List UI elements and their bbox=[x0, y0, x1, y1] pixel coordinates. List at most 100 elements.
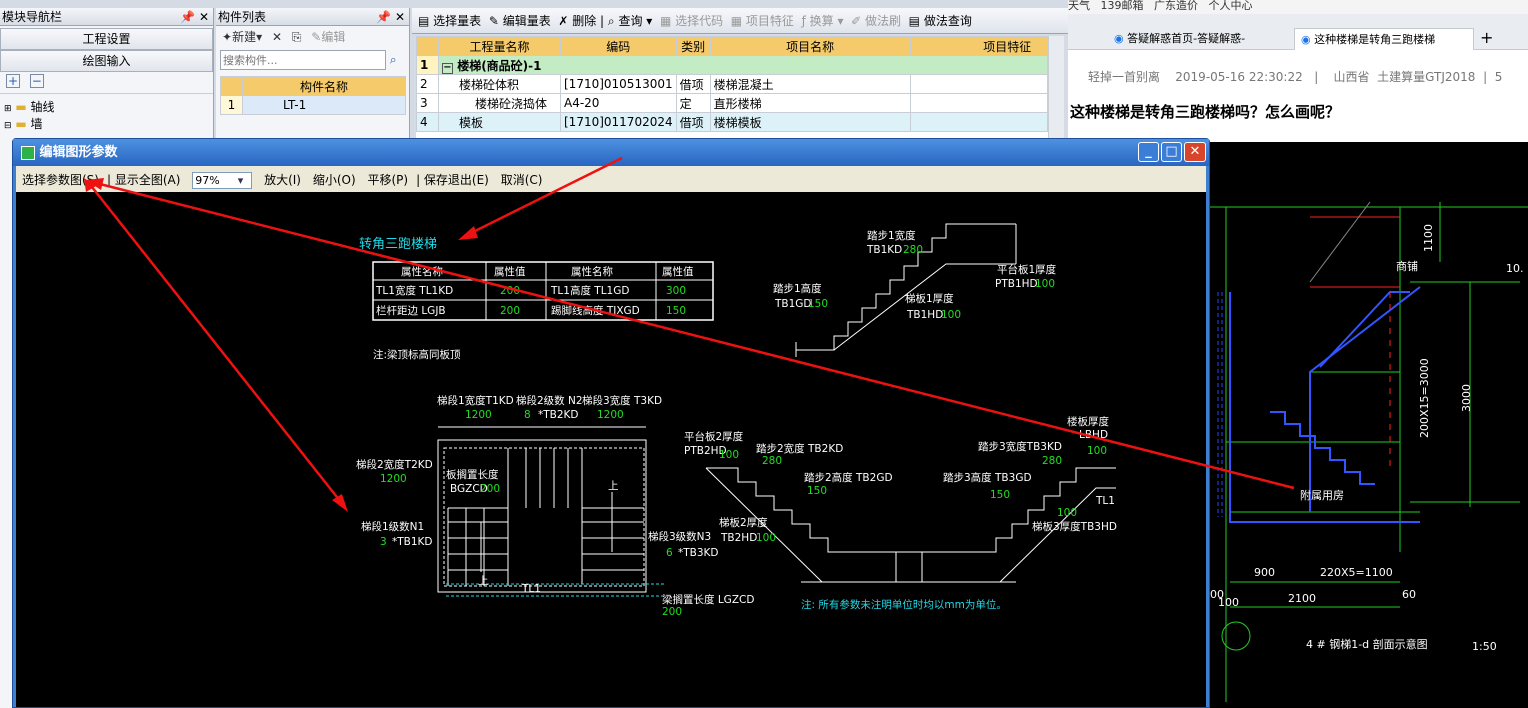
tree-item[interactable]: ⊟ ▬ 墙 bbox=[4, 115, 209, 132]
item-feature-button[interactable]: ▦ 项目特征 bbox=[731, 14, 794, 28]
param-value[interactable]: 200 bbox=[500, 305, 520, 317]
param-value[interactable]: 200 bbox=[480, 483, 500, 495]
zoom-select[interactable]: 97% ▾ bbox=[192, 172, 253, 189]
col-header: 项目特征 bbox=[909, 36, 1049, 56]
search-icon[interactable]: ⌕ bbox=[390, 53, 397, 67]
table-row[interactable]: 2 楼梯砼体积 [1710]010513001 借项 楼梯混凝土 bbox=[416, 74, 1049, 94]
maximize-button[interactable]: □ bbox=[1161, 142, 1182, 162]
param-value[interactable]: 3 bbox=[380, 536, 387, 548]
bookmark-item[interactable]: 个人中心 bbox=[1209, 0, 1253, 12]
beam-label: TL1 bbox=[521, 583, 541, 595]
room-label: 附属用房 bbox=[1300, 488, 1344, 502]
app-icon bbox=[21, 145, 35, 160]
cad-canvas: 转角三跑楼梯 属性名称 属性值 属性名称 属性值 TL1宽度 TL1KD 200… bbox=[16, 192, 1206, 707]
param-value[interactable]: 100 bbox=[1035, 278, 1055, 290]
param-label: 梯板3厚度TB3HD bbox=[1032, 520, 1117, 533]
table-row[interactable]: 1− 楼梯(商品砼)-1 bbox=[416, 55, 1048, 75]
param-value[interactable]: 100 bbox=[756, 532, 776, 544]
minimize-button[interactable]: _ bbox=[1138, 142, 1159, 162]
pin-close-icons[interactable]: 📌 ✕ bbox=[376, 8, 405, 26]
new-tab-button[interactable]: + bbox=[1480, 28, 1493, 47]
project-settings-button[interactable]: 工程设置 bbox=[0, 28, 213, 50]
param-name: 栏杆距边 LGJB bbox=[376, 304, 446, 317]
param-value[interactable]: 100 bbox=[941, 309, 961, 321]
param-value[interactable]: 8 bbox=[524, 409, 531, 421]
zoom-out-button[interactable]: 缩小(O) bbox=[313, 173, 356, 187]
param-value[interactable]: 100 bbox=[1057, 507, 1077, 519]
param-code: LBHD bbox=[1079, 429, 1108, 441]
param-value[interactable]: 150 bbox=[807, 485, 827, 497]
expand-icon[interactable]: + bbox=[6, 74, 20, 88]
pin-close-icons[interactable]: 📌 ✕ bbox=[180, 8, 209, 26]
tab-question[interactable]: ◉ 这种楼梯是转角三跑楼梯 bbox=[1294, 28, 1474, 50]
delete-icon[interactable]: ✕ bbox=[272, 30, 282, 44]
param-label: 楼板厚度 bbox=[1067, 415, 1109, 428]
comp-table: 构件名称 1 LT-1 bbox=[220, 76, 406, 115]
post-meta: 轻掉一首别离 2019-05-16 22:30:22 | 山西省 土建算量GTJ… bbox=[1088, 70, 1503, 84]
param-code: *TB1KD bbox=[392, 536, 433, 548]
select-param-image-button[interactable]: 选择参数图(S) bbox=[22, 173, 99, 187]
pan-button[interactable]: 平移(P) bbox=[367, 173, 408, 187]
param-code: *TB3KD bbox=[678, 547, 719, 559]
bookmark-item[interactable]: 天气 bbox=[1068, 0, 1090, 12]
table-row[interactable]: 1 LT-1 bbox=[220, 95, 406, 115]
note-beam: 注:梁顶标高同板顶 bbox=[373, 348, 461, 361]
question-title: 这种楼梯是转角三跑楼梯吗？怎么画呢？ bbox=[1070, 103, 1341, 121]
query-button[interactable]: ⌕ 查询 ▾ bbox=[608, 14, 652, 28]
drawing-input-button[interactable]: 绘图输入 bbox=[0, 50, 213, 72]
param-value[interactable]: 150 bbox=[808, 298, 828, 310]
param-value[interactable]: 280 bbox=[903, 244, 923, 256]
param-value[interactable]: 280 bbox=[762, 455, 782, 467]
collapse-icon[interactable]: − bbox=[29, 74, 44, 88]
method-query-button[interactable]: ▤ 做法查询 bbox=[909, 14, 972, 28]
param-code: TB1KD bbox=[866, 244, 902, 256]
param-value[interactable]: 300 bbox=[666, 285, 686, 297]
param-label: 梯板1厚度 bbox=[905, 292, 954, 305]
param-value[interactable]: 150 bbox=[990, 489, 1010, 501]
method-brush-button[interactable]: ✐ 做法刷 bbox=[851, 14, 901, 28]
beam-label: TL1 bbox=[1095, 495, 1115, 507]
select-code-button[interactable]: ▦ 选择代码 bbox=[660, 14, 723, 28]
table-scrollbar[interactable] bbox=[1048, 36, 1064, 138]
param-col-header: 属性名称 bbox=[571, 265, 613, 278]
drawing-title: 转角三跑楼梯 bbox=[359, 237, 437, 252]
bookmark-item[interactable]: 广东造价 bbox=[1154, 0, 1198, 12]
param-value[interactable]: 150 bbox=[666, 305, 686, 317]
comp-title-text: 构件列表 bbox=[218, 10, 267, 24]
param-value[interactable]: 100 bbox=[1087, 445, 1107, 457]
show-all-button[interactable]: 显示全图(A) bbox=[115, 173, 181, 187]
param-value[interactable]: 200 bbox=[500, 285, 520, 297]
dialog-titlebar: 编辑图形参数 _ □ ✕ bbox=[13, 139, 1209, 166]
edit-table-button[interactable]: ✎ 编辑量表 bbox=[489, 14, 551, 28]
select-table-button[interactable]: ▤ 选择量表 bbox=[418, 14, 481, 28]
tab-answers[interactable]: ◉ 答疑解惑首页-答疑解惑- bbox=[1108, 28, 1292, 50]
edit-button[interactable]: ✎编辑 bbox=[311, 30, 345, 44]
param-value[interactable]: 1200 bbox=[597, 409, 624, 421]
post-date: 2019-05-16 22:30:22 bbox=[1175, 70, 1303, 84]
param-value[interactable]: 1200 bbox=[465, 409, 492, 421]
convert-button[interactable]: ƒ 换算 ▾ bbox=[802, 14, 844, 28]
param-value[interactable]: 100 bbox=[719, 449, 739, 461]
new-button[interactable]: ✦新建▾ bbox=[222, 30, 262, 44]
cancel-button[interactable]: 取消(C) bbox=[501, 173, 543, 187]
param-value[interactable]: 1200 bbox=[380, 473, 407, 485]
copy-icon[interactable]: ⎘ bbox=[292, 30, 302, 44]
search-input[interactable] bbox=[220, 50, 386, 70]
delete-button[interactable]: ✗ 删除 bbox=[558, 14, 596, 28]
param-value[interactable]: 200 bbox=[662, 606, 682, 618]
dim-label: 3000 bbox=[1460, 384, 1473, 412]
author[interactable]: 轻掉一首别离 bbox=[1088, 70, 1160, 84]
save-exit-button[interactable]: 保存退出(E) bbox=[424, 173, 489, 187]
param-value[interactable]: 6 bbox=[666, 547, 673, 559]
tree-item[interactable]: ⊞ ▬ 轴线 bbox=[4, 98, 209, 115]
zoom-in-button[interactable]: 放大(I) bbox=[264, 173, 301, 187]
param-value[interactable]: 280 bbox=[1042, 455, 1062, 467]
bookmark-item[interactable]: 139邮箱 bbox=[1101, 0, 1144, 12]
close-button[interactable]: ✕ bbox=[1184, 142, 1206, 162]
bookmark-bar: 天气 139邮箱 广东造价 个人中心 bbox=[1068, 0, 1528, 14]
table-row[interactable]: 3 楼梯砼浇捣体 A4-20 定直形楼梯 bbox=[416, 93, 1049, 113]
photo-scale: 1:50 bbox=[1472, 640, 1497, 653]
param-label: 踏步3高度 TB3GD bbox=[943, 471, 1032, 484]
col-header: 工程量名称 bbox=[438, 36, 561, 56]
table-row[interactable]: 4 模板 [1710]011702024 借项 楼梯模板 bbox=[416, 112, 1049, 132]
